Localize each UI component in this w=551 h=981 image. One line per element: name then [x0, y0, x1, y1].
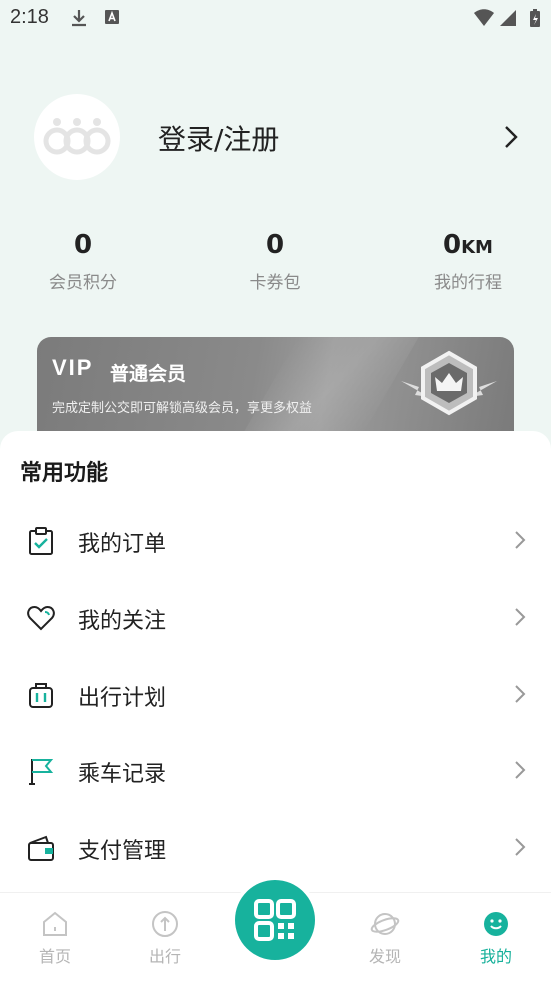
chevron-right-icon — [515, 531, 526, 549]
menu-label: 支付管理 — [78, 839, 167, 864]
luggage-icon — [29, 683, 53, 708]
common-functions-sheet: 常用功能 我的订单 我的关注 出行计划 乘车记录 支付管理 — [0, 431, 551, 901]
tab-discover[interactable]: 发现 — [345, 909, 425, 967]
tab-label: 我的 — [479, 947, 512, 966]
menu-label: 乘车记录 — [78, 762, 167, 787]
battery-charging-icon — [530, 9, 540, 27]
tab-label: 发现 — [368, 947, 401, 966]
signal-icon — [500, 10, 516, 26]
avatar[interactable] — [34, 94, 120, 180]
clipboard-check-icon — [29, 527, 53, 555]
vip-level: 普通会员 — [110, 363, 187, 385]
stat-value: 0KM — [443, 230, 493, 260]
stat-coupons[interactable]: 0 卡券包 — [215, 230, 335, 293]
chevron-right-icon[interactable] — [503, 124, 519, 150]
menu-item-follows[interactable]: 我的关注 — [0, 587, 551, 647]
tab-mine[interactable]: 我的 — [456, 909, 536, 967]
menu-label: 我的订单 — [78, 532, 167, 557]
default-avatar-icon — [43, 118, 111, 155]
wifi-icon — [474, 9, 494, 26]
crown-badge-icon — [401, 350, 497, 416]
status-time: 2:18 — [10, 6, 49, 28]
qr-code-icon — [254, 899, 296, 941]
planet-icon — [370, 913, 400, 935]
tab-label: 首页 — [38, 947, 71, 966]
menu-item-orders[interactable]: 我的订单 — [0, 510, 551, 570]
heart-icon — [27, 605, 55, 631]
vip-description: 完成定制公交即可解锁高级会员，享更多权益 — [52, 401, 313, 416]
menu-item-payment[interactable]: 支付管理 — [0, 817, 551, 877]
chevron-right-icon — [515, 761, 526, 779]
section-title: 常用功能 — [20, 461, 109, 486]
stat-label: 卡券包 — [249, 273, 301, 293]
tab-label: 出行 — [148, 947, 181, 966]
keyboard-a-icon — [105, 10, 119, 24]
chevron-right-icon — [515, 685, 526, 703]
stat-label: 会员积分 — [49, 273, 117, 293]
compass-icon — [152, 911, 178, 937]
menu-item-travel-plan[interactable]: 出行计划 — [0, 664, 551, 724]
wallet-icon — [28, 835, 54, 861]
flag-icon — [29, 759, 54, 785]
menu-label: 出行计划 — [78, 686, 167, 711]
login-register-link[interactable]: 登录/注册 — [158, 118, 279, 158]
download-icon — [72, 10, 86, 27]
status-bar: 2:18 — [0, 0, 551, 36]
stat-label: 我的行程 — [434, 273, 502, 293]
tab-travel[interactable]: 出行 — [125, 909, 205, 967]
home-icon — [43, 911, 67, 936]
chevron-right-icon — [515, 838, 526, 856]
tab-home[interactable]: 首页 — [15, 909, 95, 967]
smile-icon — [484, 912, 508, 936]
chevron-right-icon — [515, 608, 526, 626]
menu-label: 我的关注 — [78, 609, 167, 634]
stat-value: 0 — [265, 230, 285, 260]
stat-member-points[interactable]: 0 会员积分 — [23, 230, 143, 293]
scan-qr-button[interactable] — [235, 880, 315, 960]
vip-tag: VIP — [52, 355, 94, 380]
menu-item-ride-records[interactable]: 乘车记录 — [0, 740, 551, 800]
stat-my-trips[interactable]: 0KM 我的行程 — [408, 230, 528, 293]
stat-value: 0 — [73, 230, 93, 260]
